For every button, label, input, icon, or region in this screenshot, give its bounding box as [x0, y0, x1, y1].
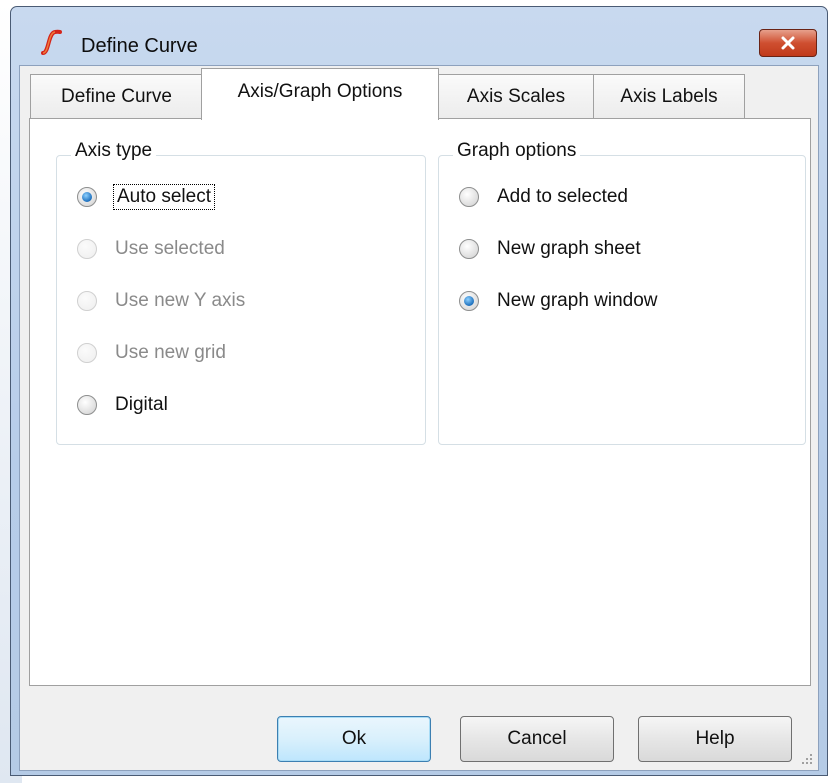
- radio-add-to-selected[interactable]: Add to selected: [459, 182, 628, 212]
- ok-button[interactable]: Ok: [277, 716, 431, 762]
- axis-type-group-title: Axis type: [71, 140, 157, 162]
- graph-options-group-title: Graph options: [453, 140, 581, 162]
- radio-use-new-grid[interactable]: Use new grid: [77, 338, 226, 368]
- tab-axis-labels[interactable]: Axis Labels: [593, 74, 745, 118]
- tab-label: Axis/Graph Options: [237, 81, 403, 102]
- dialog-client-area: Define Curve Axis/Graph Options Axis Sca…: [19, 65, 819, 771]
- radio-button[interactable]: [77, 187, 97, 207]
- radio-button[interactable]: [459, 239, 479, 259]
- radio-digital[interactable]: Digital: [77, 390, 168, 420]
- axis-type-group: Axis type Auto select Use selected Use n…: [56, 140, 426, 445]
- tab-label: Axis Scales: [466, 85, 566, 107]
- graph-options-group: Graph options Add to selected New graph …: [438, 140, 806, 445]
- radio-button[interactable]: [77, 395, 97, 415]
- cancel-button-label: Cancel: [507, 728, 567, 749]
- radio-new-graph-sheet[interactable]: New graph sheet: [459, 234, 641, 264]
- radio-use-new-y-axis[interactable]: Use new Y axis: [77, 286, 245, 316]
- radio-label: Digital: [115, 394, 168, 415]
- ok-button-label: Ok: [341, 728, 367, 749]
- cancel-button[interactable]: Cancel: [460, 716, 614, 762]
- radio-button[interactable]: [459, 291, 479, 311]
- tab-label: Axis Labels: [620, 85, 718, 107]
- title-bar[interactable]: Define Curve: [11, 7, 827, 71]
- radio-label: Use new grid: [115, 342, 226, 363]
- radio-label: Auto select: [113, 184, 215, 210]
- radio-button[interactable]: [77, 343, 97, 363]
- tab-page-axis-graph-options: Axis type Auto select Use selected Use n…: [29, 118, 811, 686]
- help-button-label: Help: [695, 728, 735, 749]
- close-button[interactable]: [759, 29, 817, 57]
- window-title: Define Curve: [81, 35, 198, 57]
- radio-auto-select[interactable]: Auto select: [77, 182, 215, 212]
- radio-label: New graph window: [497, 290, 658, 311]
- tab-axis-scales[interactable]: Axis Scales: [437, 74, 595, 118]
- radio-label: Add to selected: [497, 186, 628, 207]
- radio-new-graph-window[interactable]: New graph window: [459, 286, 658, 316]
- tab-label: Define Curve: [61, 85, 172, 107]
- help-button[interactable]: Help: [638, 716, 792, 762]
- radio-use-selected[interactable]: Use selected: [77, 234, 225, 264]
- resize-grip-icon[interactable]: [800, 752, 814, 766]
- tab-define-curve[interactable]: Define Curve: [30, 74, 203, 118]
- radio-label: Use new Y axis: [115, 290, 246, 311]
- simetrix-curve-icon: [41, 29, 62, 55]
- radio-button[interactable]: [77, 239, 97, 259]
- tab-axis-graph-options[interactable]: Axis/Graph Options: [201, 68, 439, 120]
- radio-button[interactable]: [77, 291, 97, 311]
- radio-label: Use selected: [115, 238, 225, 259]
- radio-button[interactable]: [459, 187, 479, 207]
- define-curve-dialog: Define Curve Define Curve Axis/Graph Opt…: [10, 6, 828, 776]
- close-icon: [781, 36, 795, 50]
- radio-label: New graph sheet: [497, 238, 641, 259]
